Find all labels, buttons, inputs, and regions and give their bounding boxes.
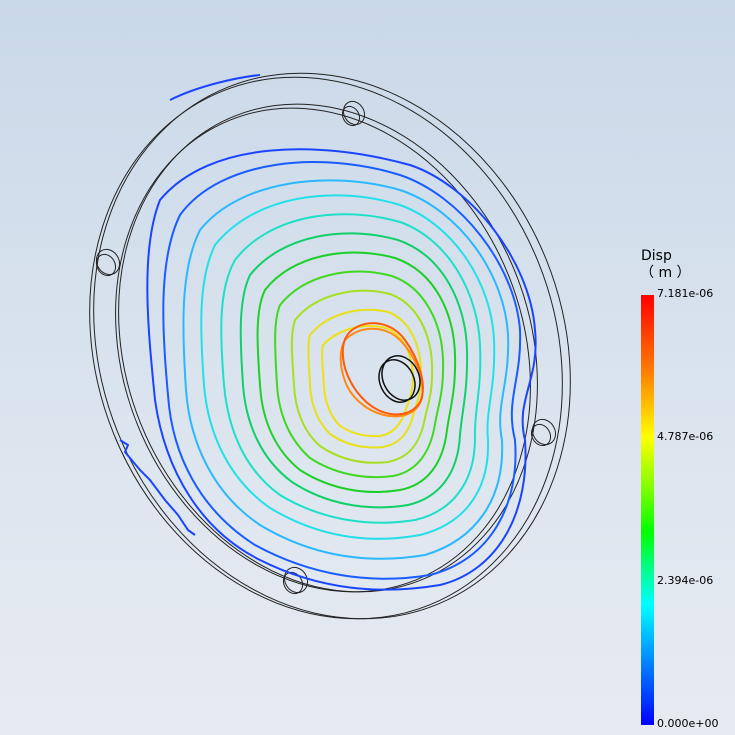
contour-line (321, 324, 415, 438)
contour-line (220, 213, 482, 524)
legend-tick-min: 0.000e+00 (657, 717, 719, 730)
legend-tick-max: 7.181e-06 (657, 287, 714, 300)
legend-unit: （ m ） (640, 265, 691, 281)
flange-inner-edge-back (118, 103, 538, 593)
bolt-hole-bottom (282, 566, 309, 595)
legend-title: Disp (641, 248, 672, 264)
color-scale-bar (641, 295, 654, 725)
displacement-contours (146, 148, 537, 591)
contour-line (169, 74, 261, 101)
legend-tick-upper: 4.787e-06 (657, 430, 714, 443)
flange-outer-edge-back (93, 72, 571, 620)
contour-line (239, 232, 469, 509)
contour-line (290, 289, 434, 464)
model-viewport[interactable] (0, 0, 735, 735)
contour-line (256, 251, 457, 493)
contour-line (200, 194, 496, 540)
bolt-hole-left (95, 248, 121, 277)
legend-tick-lower: 2.394e-06 (657, 574, 714, 587)
flange-outer-edge (89, 76, 563, 620)
bolt-hole-right (530, 418, 557, 447)
flange-outline (89, 72, 571, 620)
